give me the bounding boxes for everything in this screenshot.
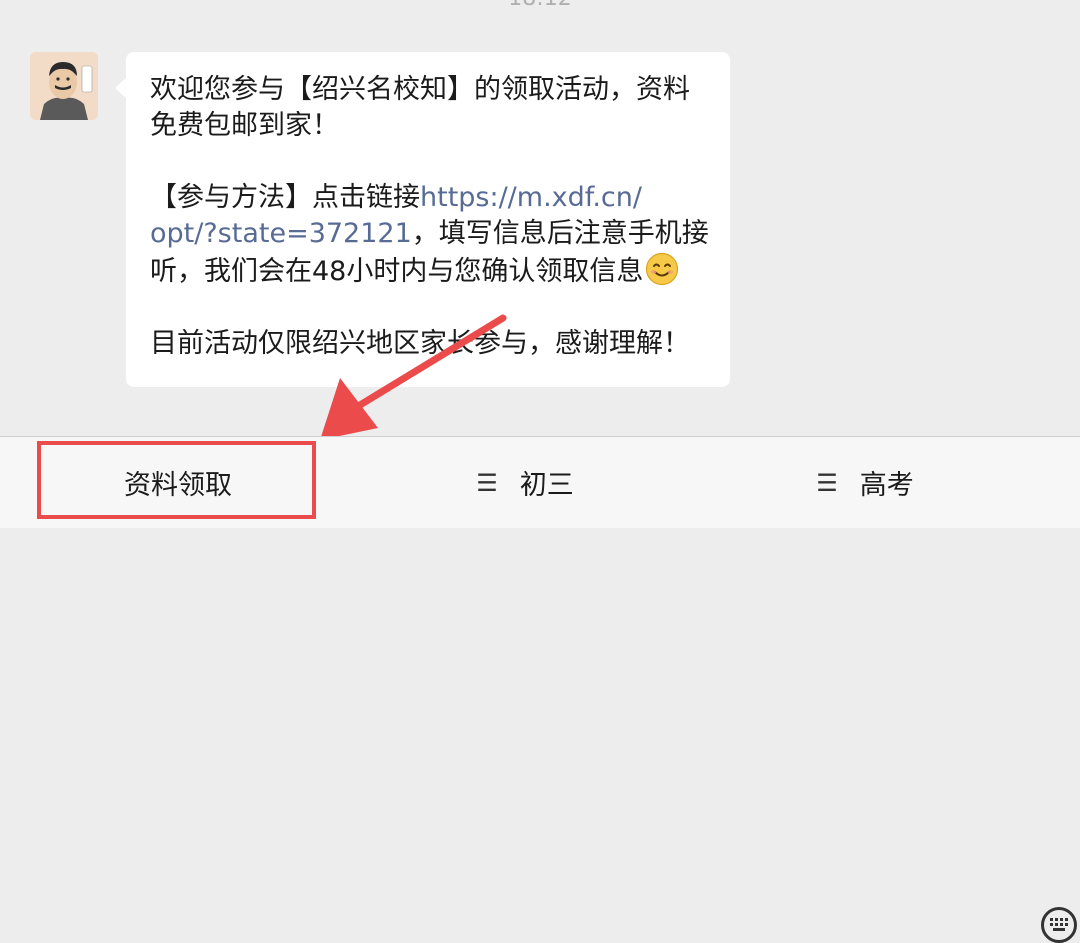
message-link[interactable]: https://m.xdf.cn/ <box>420 182 642 213</box>
message-text: ，填写信息后注意手机接 <box>411 218 709 249</box>
highlight-box-annotation <box>37 441 316 519</box>
message-text: 听，我们会在48小时内与您确认领取信息 <box>150 256 644 287</box>
message-line: 欢迎您参与【绍兴名校知】的领取活动，资料 <box>150 74 690 105</box>
message-timestamp: 18:12 <box>0 0 1080 11</box>
menu-item-grade-nine[interactable]: ☰ 初三 <box>400 437 650 528</box>
message-text: 【参与方法】点击链接 <box>150 182 420 213</box>
keyboard-keys-glyph <box>1050 918 1068 931</box>
chat-message-bubble: 欢迎您参与【绍兴名校知】的领取活动，资料 免费包邮到家！ 【参与方法】点击链接h… <box>115 52 730 387</box>
menu-item-label: 初三 <box>519 470 574 501</box>
message-line: 听，我们会在48小时内与您确认领取信息 <box>150 252 712 290</box>
menu-item-gaokao[interactable]: ☰ 高考 <box>740 437 990 528</box>
menu-icon: ☰ <box>476 468 498 497</box>
sender-avatar[interactable] <box>30 52 98 120</box>
menu-icon: ☰ <box>816 468 838 497</box>
avatar-illustration <box>30 52 98 120</box>
message-link[interactable]: opt/?state=372121 <box>150 218 412 249</box>
message-line: opt/?state=372121，填写信息后注意手机接 <box>150 216 712 252</box>
keyboard-icon[interactable] <box>1041 907 1077 943</box>
message-line: 目前活动仅限绍兴地区家长参与，感谢理解！ <box>150 328 690 359</box>
message-line: 【参与方法】点击链接https://m.xdf.cn/ <box>150 180 712 216</box>
message-line: 免费包邮到家！ <box>150 110 339 141</box>
smiley-emoji-icon <box>646 252 679 286</box>
menu-item-label: 高考 <box>859 470 914 501</box>
